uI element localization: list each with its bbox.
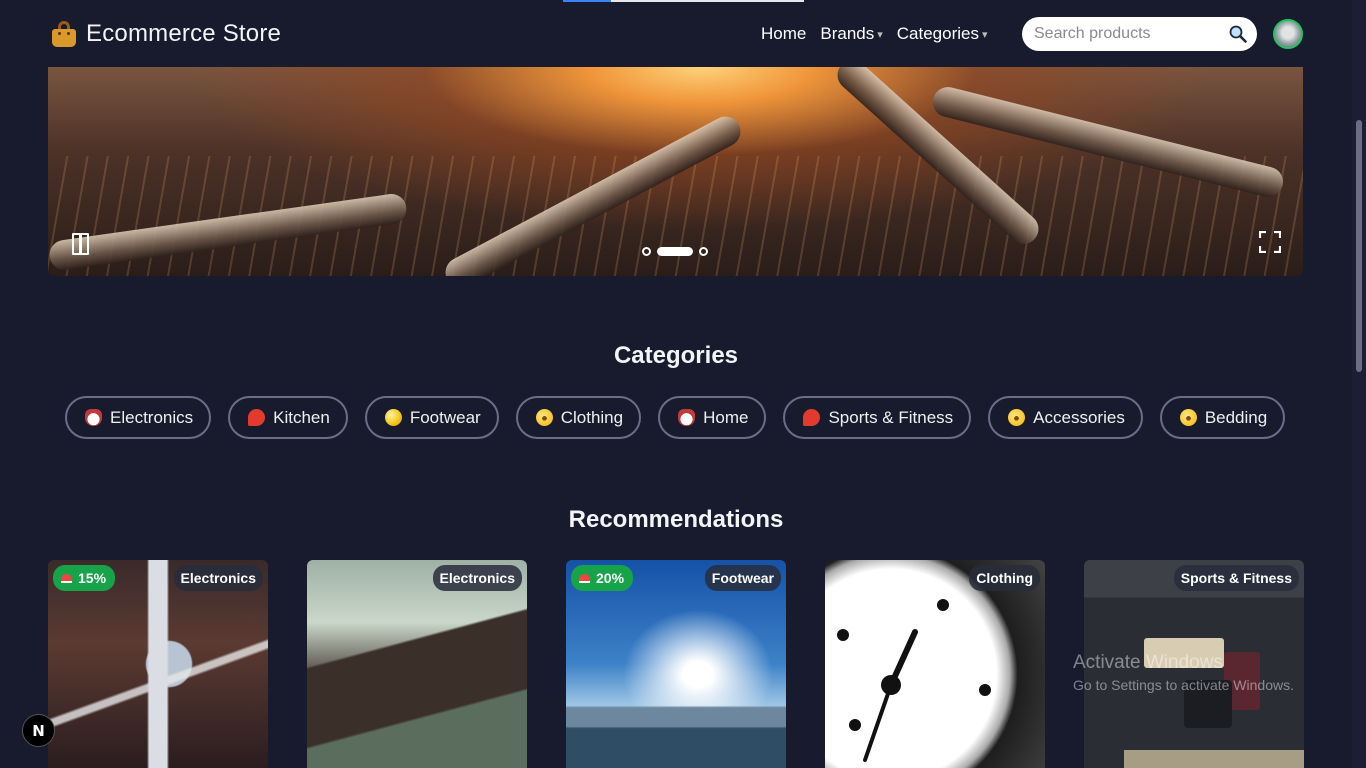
robot-icon: [678, 409, 696, 426]
discount-badge: 20%: [571, 565, 634, 591]
chip-label: Footwear: [409, 407, 481, 427]
product-card[interactable]: 15% Electronics: [48, 560, 268, 768]
product-image: [307, 560, 527, 768]
robot-icon: [85, 409, 102, 426]
nerd-face-icon: [1008, 409, 1026, 426]
carousel-indicators: [642, 247, 708, 256]
shopping-bag-icon: [52, 20, 76, 48]
discount-value: 15%: [78, 570, 107, 586]
carousel-dot-active[interactable]: [657, 247, 693, 256]
siren-icon: [579, 573, 590, 583]
carousel-dot[interactable]: [642, 247, 651, 256]
chip-label: Accessories: [1033, 407, 1125, 427]
category-chip-bedding[interactable]: Bedding: [1159, 396, 1286, 439]
chip-label: Sports & Fitness: [828, 407, 954, 427]
pause-icon[interactable]: [72, 233, 89, 255]
recommendations-heading: Recommendations: [568, 506, 784, 533]
scrollbar-thumb[interactable]: [1356, 120, 1362, 372]
nav-brands-label: Brands: [820, 24, 875, 43]
user-avatar[interactable]: [1273, 19, 1303, 49]
chip-label: Bedding: [1204, 407, 1268, 427]
navbar: Ecommerce Store Home Brands ▾ Categories ▾: [0, 0, 1352, 67]
search-box: [1022, 17, 1257, 51]
category-chip-list: Electronics Kitchen Footwear Clothing Ho…: [65, 396, 1286, 439]
carousel-dot[interactable]: [699, 247, 708, 256]
dev-tools-badge[interactable]: N: [22, 714, 55, 747]
search-icon[interactable]: [1228, 24, 1248, 44]
product-card[interactable]: 20% Footwear: [566, 560, 786, 768]
category-chip-home[interactable]: Home: [658, 396, 767, 439]
ping-pong-icon: [248, 409, 266, 426]
chevron-down-icon: ▾: [981, 28, 988, 41]
nav-categories-dropdown[interactable]: Categories ▾: [897, 24, 988, 44]
category-chip-clothing[interactable]: Clothing: [515, 396, 642, 439]
watermark-line2: Go to Settings to activate Windows.: [1073, 677, 1294, 693]
categories-heading: Categories: [613, 342, 739, 369]
category-chip-sports-fitness[interactable]: Sports & Fitness: [783, 396, 972, 439]
nerd-face-icon: [1179, 409, 1197, 426]
windows-activation-watermark: Activate Windows Go to Settings to activ…: [1073, 652, 1294, 693]
chip-label: Kitchen: [273, 407, 330, 427]
product-image: [566, 560, 786, 768]
discount-value: 20%: [596, 570, 625, 586]
chip-label: Home: [703, 407, 749, 427]
fullscreen-icon[interactable]: [1259, 231, 1281, 253]
product-card[interactable]: Electronics: [307, 560, 527, 768]
watermark-line1: Activate Windows: [1073, 652, 1223, 673]
category-chip-footwear[interactable]: Footwear: [364, 396, 499, 439]
chevron-down-icon: ▾: [877, 28, 883, 41]
product-card[interactable]: Clothing: [825, 560, 1045, 768]
category-tag: Footwear: [704, 565, 781, 591]
search-input[interactable]: [1034, 25, 1224, 43]
nerd-face-icon: [535, 409, 553, 426]
chip-label: Clothing: [560, 407, 624, 427]
nav-categories-label: Categories: [896, 24, 979, 43]
discount-badge: 15%: [53, 565, 116, 591]
nav-home-label: Home: [761, 24, 807, 43]
nav-brands-dropdown[interactable]: Brands ▾: [820, 24, 882, 44]
clock-face-art: [837, 599, 991, 762]
site-title: Ecommerce Store: [86, 20, 282, 47]
category-tag: Clothing: [969, 565, 1040, 591]
chip-label: Electronics: [110, 407, 194, 427]
hero-carousel: [48, 67, 1303, 276]
category-tag: Electronics: [432, 565, 522, 591]
brand-logo[interactable]: Ecommerce Store: [52, 20, 281, 48]
page-scrollbar[interactable]: [1352, 0, 1366, 768]
ping-pong-icon: [803, 409, 821, 426]
product-image: [48, 560, 268, 768]
siren-icon: [61, 573, 72, 583]
nav-home-link[interactable]: Home: [761, 24, 806, 44]
category-tag: Sports & Fitness: [1173, 565, 1299, 591]
category-chip-electronics[interactable]: Electronics: [65, 396, 212, 439]
main-nav: Home Brands ▾ Categories ▾: [761, 24, 988, 44]
category-chip-accessories[interactable]: Accessories: [988, 396, 1143, 439]
category-tag: Electronics: [173, 565, 263, 591]
softball-icon: [384, 409, 402, 426]
category-chip-kitchen[interactable]: Kitchen: [228, 396, 348, 439]
